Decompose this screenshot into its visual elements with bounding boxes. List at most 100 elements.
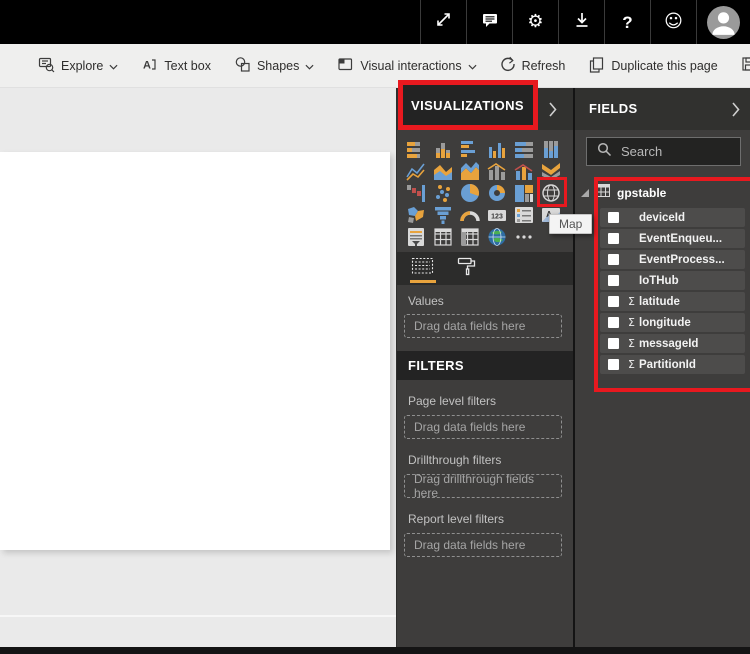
visual-interactions-button[interactable]: Visual interactions (337, 56, 477, 76)
more-options-icon[interactable] (514, 227, 534, 247)
shapes-button[interactable]: Shapes (234, 56, 314, 76)
field-label: deviceId (639, 211, 686, 224)
stacked-area-chart-icon[interactable] (460, 161, 480, 181)
field-row-latitude[interactable]: Σlatitude (600, 292, 745, 311)
visual-interactions-label: Visual interactions (360, 58, 462, 73)
field-row-EventEnqueu[interactable]: EventEnqueu... (600, 229, 745, 248)
chevron-down-icon (109, 59, 118, 73)
tab-format[interactable] (451, 252, 483, 285)
scatter-chart-icon[interactable] (433, 183, 453, 203)
field-checkbox[interactable] (608, 317, 619, 328)
pie-chart-icon[interactable] (460, 183, 480, 203)
chevron-down-icon (468, 59, 477, 73)
filter-section-label: Page level filters (408, 394, 497, 408)
stacked-bar-chart-icon[interactable] (406, 139, 426, 159)
report-toolbar: Explore A Text box Shapes Visual interac… (0, 44, 750, 88)
field-label: EventEnqueu... (639, 232, 723, 245)
arcgis-map-icon[interactable] (487, 227, 507, 247)
line-chart-icon[interactable] (406, 161, 426, 181)
field-checkbox[interactable] (608, 296, 619, 307)
slicer-icon[interactable] (406, 227, 426, 247)
chevron-right-icon (549, 102, 557, 120)
field-row-longitude[interactable]: Σlongitude (600, 313, 745, 332)
field-checkbox[interactable] (608, 254, 619, 265)
field-row-messageId[interactable]: ΣmessageId (600, 334, 745, 353)
comments-button[interactable] (466, 0, 512, 44)
values-dropzone[interactable]: Drag data fields here (404, 314, 562, 338)
field-label: PartitionId (639, 358, 696, 371)
refresh-icon (500, 56, 516, 75)
field-checkbox[interactable] (608, 338, 619, 349)
search-placeholder: Search (621, 144, 663, 159)
pane-tabs (397, 252, 573, 285)
text-box-button[interactable]: A Text box (141, 56, 211, 76)
treemap-icon[interactable] (514, 183, 534, 203)
funnel-icon[interactable] (433, 205, 453, 225)
tab-fields[interactable] (407, 252, 439, 285)
report-canvas[interactable] (0, 152, 390, 550)
table-gpstable[interactable]: gpstable (581, 184, 666, 202)
field-checkbox[interactable] (608, 359, 619, 370)
donut-chart-icon[interactable] (487, 183, 507, 203)
100-stacked-column-chart-icon[interactable] (541, 139, 561, 159)
field-checkbox[interactable] (608, 275, 619, 286)
refresh-button[interactable]: Refresh (500, 56, 566, 75)
refresh-label: Refresh (521, 58, 566, 73)
line-and-stacked-column-chart-icon[interactable] (487, 161, 507, 181)
feedback-button[interactable]: ☺ (650, 0, 696, 44)
fields-collapse-button[interactable] (730, 100, 742, 122)
table-icon[interactable] (433, 227, 453, 247)
filters-header: FILTERS (397, 351, 573, 380)
filter-dropzone[interactable]: Drag data fields here (404, 415, 562, 439)
filled-map-icon[interactable] (406, 205, 426, 225)
filter-dropzone[interactable]: Drag drillthrough fields here (404, 472, 562, 500)
visualizations-collapse-button[interactable] (547, 100, 559, 122)
download-icon (573, 11, 591, 34)
100-stacked-bar-chart-icon[interactable] (514, 139, 534, 159)
text-box-label: Text box (164, 58, 211, 73)
download-button[interactable] (558, 0, 604, 44)
duplicate-page-button[interactable]: Duplicate this page (588, 56, 718, 76)
field-row-EventProcess[interactable]: EventProcess... (600, 250, 745, 269)
fields-tab-icon (411, 257, 435, 280)
field-row-PartitionId[interactable]: Σ PartitionId (600, 355, 745, 374)
filters-title: FILTERS (408, 358, 464, 373)
field-checkbox[interactable] (608, 233, 619, 244)
status-bar (0, 647, 750, 654)
fields-search-input[interactable]: Search (586, 137, 741, 166)
expand-icon (434, 10, 453, 34)
area-chart-icon[interactable] (433, 161, 453, 181)
field-label: IoTHub (639, 274, 679, 287)
help-button[interactable]: ? (604, 0, 650, 44)
field-row-deviceId[interactable]: deviceId (600, 208, 745, 227)
expand-button[interactable] (420, 0, 466, 44)
stacked-column-chart-icon[interactable] (433, 139, 453, 159)
top-bar: ⚙ ? ☺ (0, 0, 750, 44)
fields-pane: FIELDS Search gpstable deviceId EventEnqu… (575, 88, 750, 647)
waterfall-chart-icon[interactable] (406, 183, 426, 203)
field-checkbox[interactable] (608, 212, 619, 223)
shapes-label: Shapes (256, 58, 300, 73)
ribbon-chart-icon[interactable] (541, 161, 561, 181)
field-label: EventProcess... (639, 253, 725, 266)
matrix-icon[interactable] (460, 227, 480, 247)
settings-button[interactable]: ⚙ (512, 0, 558, 44)
field-label: messageId (639, 337, 699, 350)
clustered-column-chart-icon[interactable] (487, 139, 507, 159)
multi-row-card-icon[interactable] (514, 205, 534, 225)
line-and-clustered-column-chart-icon[interactable] (514, 161, 534, 181)
table-expand-icon[interactable] (581, 189, 589, 197)
values-bucket-label: Values (408, 294, 444, 308)
explore-button[interactable]: Explore (38, 56, 118, 76)
shapes-icon (234, 56, 251, 76)
filter-section-label: Drillthrough filters (408, 453, 502, 467)
gauge-icon[interactable] (460, 205, 480, 225)
map-icon[interactable] (541, 183, 561, 203)
field-row-IoTHub[interactable]: IoTHub (600, 271, 745, 290)
clustered-bar-chart-icon[interactable] (460, 139, 480, 159)
account-button[interactable] (696, 0, 750, 44)
save-button[interactable]: Save (741, 56, 750, 75)
filter-dropzone[interactable]: Drag data fields here (404, 533, 562, 557)
visualizations-pane: VISUALIZATIONS 123A Map Values Drag data… (397, 80, 593, 647)
card-icon[interactable]: 123 (487, 205, 507, 225)
